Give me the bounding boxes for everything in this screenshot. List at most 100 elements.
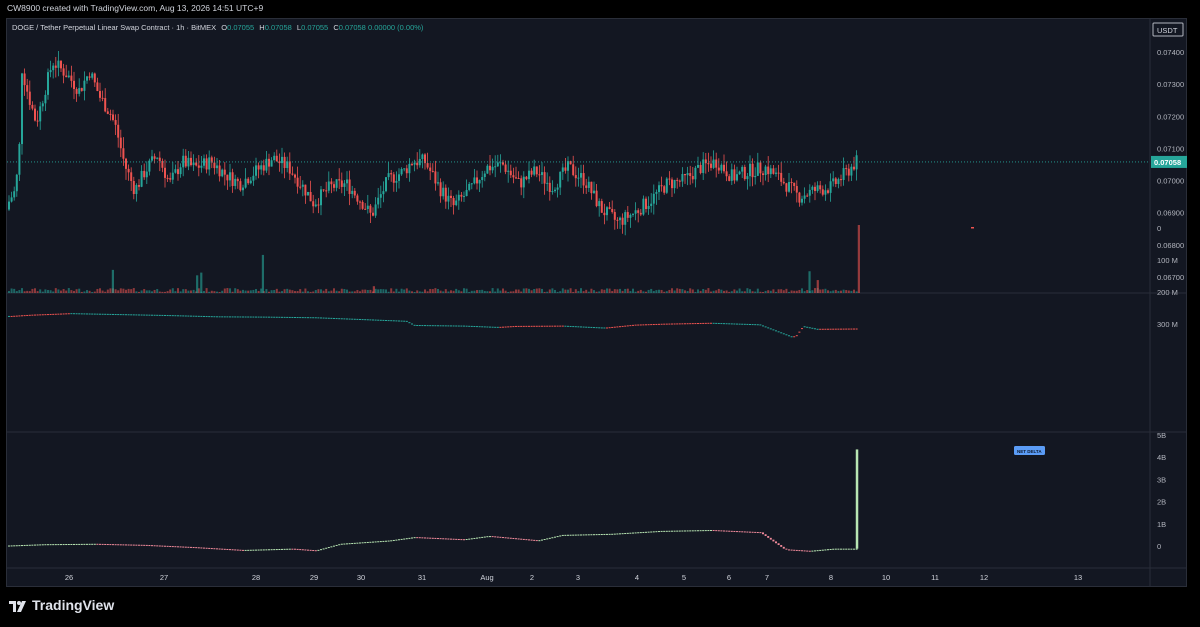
oi-tick-label: 0 [1157,224,1161,233]
oi-bar [663,323,666,325]
delta-bar [517,538,520,540]
volume-bar [96,288,99,293]
candle-body [418,159,421,166]
candle-body [405,168,408,174]
volume-bar [736,290,738,293]
time-tick-label: 3 [576,573,580,582]
delta-bar [372,541,374,543]
delta-bar [249,549,252,551]
delta-bar [247,549,250,551]
candle-body [468,183,471,190]
delta-bar [338,544,341,546]
delta-bar [426,537,429,539]
delta-bar [385,540,387,542]
candle-body [457,194,460,201]
volume-bar [153,289,156,293]
volume-bar [704,289,707,293]
candle-body [135,185,138,195]
candle-body [728,176,731,181]
volume-bar [546,291,549,293]
candle-body [546,182,549,184]
delta-bar [725,530,728,532]
delta-bar [104,543,107,545]
delta-bar [325,547,328,549]
delta-bar [10,545,13,547]
oi-bar [728,323,731,325]
delta-bar [221,548,224,550]
delta-bar [606,533,608,535]
oi-bar [203,315,205,317]
candle-body [31,104,34,109]
oi-bar [611,326,614,328]
oi-bar [816,328,819,330]
delta-bar [811,550,814,552]
delta-bar [34,544,36,546]
candle-body [447,195,450,202]
volume-bar [15,291,18,293]
oi-bar [73,313,75,315]
candle-body [847,168,850,176]
candle-body [476,177,478,184]
oi-bar [629,325,632,327]
candle-body [741,166,744,172]
volume-bar [184,289,187,293]
delta-bar [769,537,772,540]
candle-body [203,158,205,166]
candle-body [93,73,96,83]
delta-bar [31,544,34,546]
candle-body [749,163,751,177]
oi-bar [213,316,216,318]
delta-bar [442,538,445,540]
oi-bar [278,316,281,318]
volume-bar [598,291,601,293]
oi-bar [595,327,598,329]
oi-bar [775,330,777,332]
oi-bar [652,324,655,326]
oi-bar [561,325,564,327]
volume-bar [853,289,855,293]
delta-bar [39,544,42,546]
candle-body [184,155,187,167]
volume-bar [169,289,172,293]
delta-bar [564,534,567,536]
candle-body [616,219,619,221]
oi-bar [101,313,104,315]
volume-bar [257,290,260,293]
oi-bar [530,325,533,327]
volume-bar [255,289,257,293]
delta-bar [694,530,697,532]
candle-body [80,88,83,91]
oi-bar [86,313,88,315]
oi-bar [65,313,68,315]
candle-body [691,176,694,180]
volume-bar [41,291,44,293]
candle-body [138,185,140,187]
currency-label: USDT [1157,26,1178,35]
delta-bar [743,531,746,533]
oi-bar [257,316,260,318]
delta-tick-label: 3B [1157,475,1166,484]
oi-bar [811,327,814,329]
oi-bar [70,313,73,315]
brand-name[interactable]: TradingView [32,597,114,613]
candle-body [314,204,317,207]
candle-body [795,186,798,193]
delta-bar [710,530,712,532]
candle-body [554,189,556,192]
candle-body [629,214,632,218]
symbol-title[interactable]: DOGE / Tether Perpetual Linear Swap Cont… [12,23,216,32]
volume-bar [418,291,421,293]
chart-svg[interactable]: 0.07400 0.07300 0.07200 0.07100 0.07000 0.069… [0,0,1200,627]
candle-body [249,180,252,184]
delta-bar [814,550,816,552]
oi-bar [15,315,18,317]
volume-bar [135,291,138,293]
volume-bar [106,289,109,293]
volume-bar [470,290,473,293]
candle-body [819,185,822,190]
oi-bar [416,324,419,326]
oi-bar [442,325,445,327]
delta-bar [161,545,164,547]
delta-bar [78,543,81,545]
volume-bar [10,288,13,293]
